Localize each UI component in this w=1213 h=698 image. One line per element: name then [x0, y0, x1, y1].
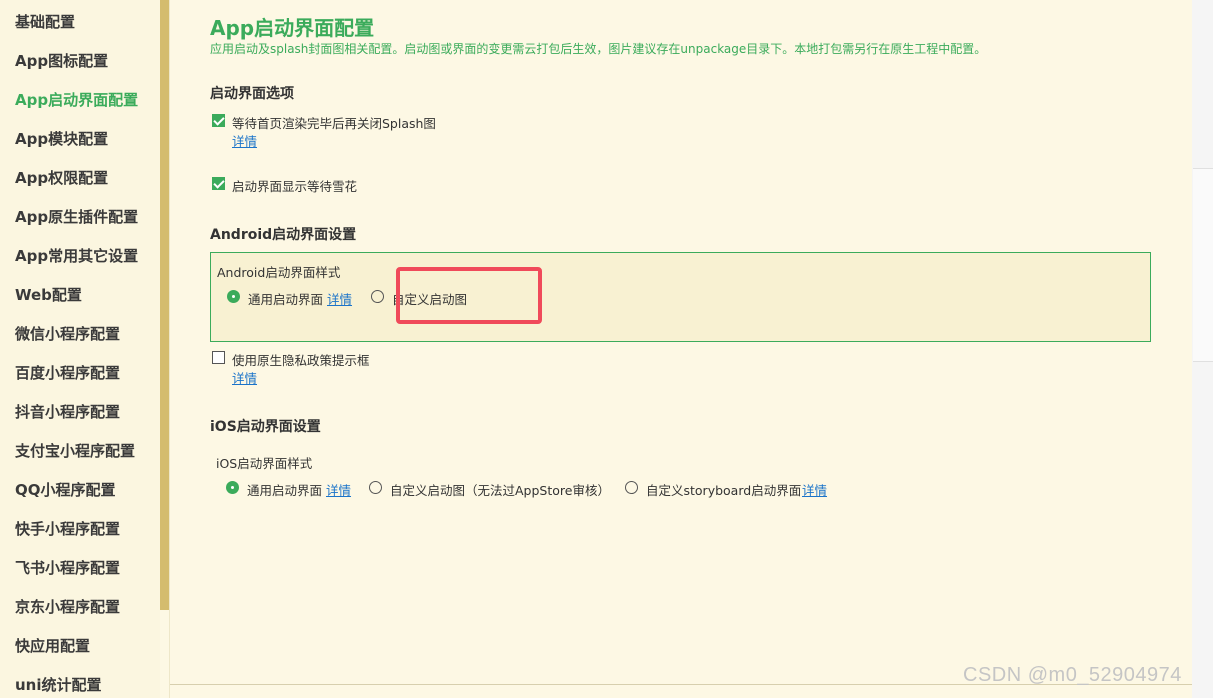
ios-generic-label: 通用启动界面	[247, 483, 323, 498]
sidebar-item-baidu[interactable]: 百度小程序配置	[15, 362, 120, 383]
sidebar-item-app-permissions[interactable]: App权限配置	[15, 167, 108, 188]
sidebar-item-web[interactable]: Web配置	[15, 284, 82, 305]
android-style-group: Android启动界面样式 通用启动界面 详情 自定义启动图	[210, 252, 1151, 342]
ios-generic-radio[interactable]	[226, 481, 239, 494]
sidebar-item-app-splash[interactable]: App启动界面配置	[15, 89, 138, 110]
sidebar-item-weixin[interactable]: 微信小程序配置	[15, 323, 120, 344]
android-generic-details-link[interactable]: 详情	[327, 289, 352, 308]
sidebar-scrollbar[interactable]	[160, 0, 169, 610]
android-settings-heading: Android启动界面设置	[210, 227, 357, 243]
splash-options-heading: 启动界面选项	[210, 86, 294, 102]
sidebar-item-qq[interactable]: QQ小程序配置	[15, 479, 116, 500]
sidebar-item-feishu[interactable]: 飞书小程序配置	[15, 557, 120, 578]
native-privacy-checkbox[interactable]	[212, 351, 225, 364]
ios-style-label: iOS启动界面样式	[216, 456, 313, 471]
sidebar-item-uni-stat[interactable]: uni统计配置	[15, 674, 102, 695]
ios-storyboard-label: 自定义storyboard启动界面	[646, 483, 802, 498]
android-custom-radio[interactable]	[371, 290, 384, 303]
sidebar-item-kuaishou[interactable]: 快手小程序配置	[15, 518, 120, 539]
android-style-label: Android启动界面样式	[217, 265, 341, 280]
ios-custom-image-label: 自定义启动图（无法过AppStore审核）	[390, 483, 610, 498]
sidebar-item-app-modules[interactable]: App模块配置	[15, 128, 108, 149]
native-privacy-details-link[interactable]: 详情	[232, 368, 257, 387]
splash-config-panel: App启动界面配置 应用启动及splash封面图相关配置。启动图或界面的变更需云…	[170, 0, 1192, 698]
show-snow-checkbox[interactable]	[212, 177, 225, 190]
sidebar-item-app-icon[interactable]: App图标配置	[15, 50, 108, 71]
settings-sidebar: 基础配置 App图标配置 App启动界面配置 App模块配置 App权限配置 A…	[0, 0, 160, 698]
sidebar-item-basic[interactable]: 基础配置	[15, 11, 75, 32]
show-snow-label: 启动界面显示等待雪花	[232, 179, 358, 194]
android-generic-radio[interactable]	[227, 290, 240, 303]
ios-storyboard-details-link[interactable]: 详情	[802, 480, 827, 499]
annotation-highlight-box	[396, 267, 542, 324]
ios-settings-heading: iOS启动界面设置	[210, 419, 321, 435]
ios-generic-details-link[interactable]: 详情	[326, 480, 351, 499]
wait-first-page-label: 等待首页渲染完毕后再关闭Splash图	[232, 116, 436, 131]
sidebar-item-jd[interactable]: 京东小程序配置	[15, 596, 120, 617]
ios-storyboard-radio[interactable]	[625, 481, 638, 494]
page-description: 应用启动及splash封面图相关配置。启动图或界面的变更需云打包后生效，图片建议…	[210, 42, 987, 56]
wait-first-page-checkbox[interactable]	[212, 114, 225, 127]
android-generic-label: 通用启动界面	[248, 292, 324, 307]
right-edge-preview	[1193, 168, 1213, 362]
page-title: App启动界面配置	[210, 16, 375, 40]
sidebar-item-quickapp[interactable]: 快应用配置	[15, 635, 90, 656]
sidebar-item-app-other[interactable]: App常用其它设置	[15, 245, 138, 266]
sidebar-item-douyin[interactable]: 抖音小程序配置	[15, 401, 120, 422]
watermark: CSDN @m0_52904974	[963, 664, 1182, 686]
ios-custom-image-radio[interactable]	[369, 481, 382, 494]
sidebar-item-alipay[interactable]: 支付宝小程序配置	[15, 440, 135, 461]
sidebar-item-app-native-plugins[interactable]: App原生插件配置	[15, 206, 138, 227]
native-privacy-label: 使用原生隐私政策提示框	[232, 353, 370, 368]
wait-first-page-details-link[interactable]: 详情	[232, 131, 257, 150]
